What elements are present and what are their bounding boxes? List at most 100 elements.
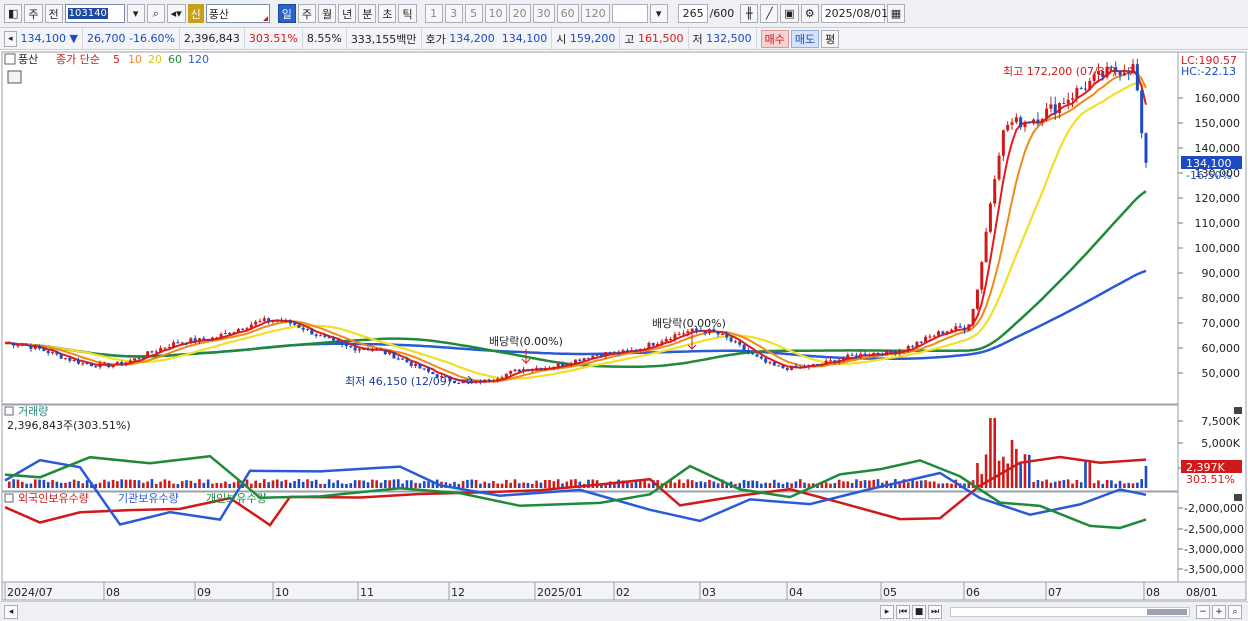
candle-body	[1049, 104, 1053, 109]
zoom-in-icon[interactable]: +	[1212, 604, 1226, 619]
volume-value: 2,396,843	[180, 28, 245, 49]
volume-bar	[1058, 480, 1061, 488]
interval-10[interactable]: 10	[484, 4, 507, 23]
period-month[interactable]: 월	[317, 4, 337, 23]
layout-icon[interactable]: ◧	[4, 4, 23, 23]
interval-1[interactable]: 1	[424, 4, 443, 23]
chart-svg[interactable]: 160,000150,000140,000130,000120,000110,0…	[0, 51, 1248, 601]
prev-button[interactable]: 전	[44, 4, 63, 23]
candle-body	[297, 325, 301, 328]
volume-bar	[206, 479, 210, 488]
holding-close-icon[interactable]	[1234, 494, 1242, 501]
jump-start-icon[interactable]: ⏮	[896, 604, 910, 619]
period-year[interactable]: 년	[338, 4, 357, 23]
custom-interval-input[interactable]	[611, 4, 648, 23]
table-icon[interactable]	[7, 70, 22, 84]
calendar-icon[interactable]: ▦	[886, 4, 906, 23]
candle-body	[81, 362, 85, 364]
candle-body	[314, 334, 318, 336]
jump-end-icon[interactable]: ⏭	[928, 604, 942, 619]
volume-bar	[379, 482, 383, 488]
eval-button[interactable]: 평	[821, 29, 840, 48]
interval-20[interactable]: 20	[508, 4, 531, 23]
candle-body	[755, 354, 759, 357]
chart-type-icon[interactable]: ╫	[740, 4, 759, 23]
stop-icon[interactable]: ■	[912, 604, 926, 619]
search-small-icon[interactable]: ⌕	[1228, 604, 1242, 619]
x-tick-label: 2024/07	[7, 586, 53, 599]
buy-button[interactable]: 매수	[760, 29, 789, 48]
volume-bar	[539, 482, 543, 488]
interval-60[interactable]: 60	[556, 4, 579, 23]
volume-bar	[1006, 463, 1009, 488]
speaker-icon[interactable]: ◂▾	[166, 4, 186, 23]
scroll-left-icon[interactable]: ◂	[4, 604, 18, 619]
candle-body	[988, 203, 992, 232]
expand-icon[interactable]: ◂	[4, 30, 17, 47]
candle-body	[798, 366, 802, 368]
candle-body	[841, 358, 845, 360]
hoga-label: 호가	[425, 32, 446, 46]
volume-bar	[695, 481, 698, 488]
period-week[interactable]: 주	[297, 4, 316, 23]
volume-bar	[548, 479, 551, 488]
candle-body	[202, 338, 206, 341]
candle-body	[89, 363, 93, 367]
code-dropdown-icon[interactable]: ▾	[126, 4, 145, 23]
candle-body	[293, 323, 297, 326]
volume-bar	[868, 480, 871, 488]
candle-body	[414, 363, 418, 366]
candle-body	[682, 333, 686, 335]
candle-body	[578, 359, 582, 361]
candle-body	[25, 344, 29, 346]
dividend-note-1: 배당락(0.00%)	[489, 335, 563, 348]
period-day[interactable]: 일	[277, 4, 296, 23]
volume-bar	[1049, 482, 1053, 488]
main-toolbar: ◧ 주 전 103140 ▾ ⌕ ◂▾ 신 풍산 일 주 월 년 분 초 틱 1…	[0, 0, 1248, 28]
candle-body	[12, 342, 16, 346]
volume-bar	[1131, 483, 1135, 488]
quote-bar: ◂ 134,100 ▼ 26,700 -16.60% 2,396,843 303…	[0, 28, 1248, 50]
candle-body	[496, 378, 500, 381]
interval-120[interactable]: 120	[580, 4, 610, 23]
date-input[interactable]: 2025/08/01	[820, 4, 888, 23]
stock-name-field[interactable]: 풍산	[205, 4, 270, 23]
scroll-right-icon[interactable]: ▸	[880, 604, 894, 619]
volume-bar	[1019, 463, 1022, 488]
volume-bar	[12, 479, 15, 488]
volume-bar	[591, 479, 595, 488]
search-icon[interactable]: ⌕	[146, 4, 165, 23]
volume-bar	[232, 482, 236, 488]
chart-area[interactable]: 160,000 150,000 140,000 130,000 120,000 110,0…	[0, 51, 1248, 601]
volume-bar	[396, 479, 400, 488]
price-tick-label: 150,000	[1195, 117, 1241, 130]
volume-bar	[950, 483, 953, 488]
market-select[interactable]: 주	[24, 4, 43, 23]
volume-bar	[159, 481, 162, 488]
volume-bar	[8, 481, 11, 488]
draw-tool-icon[interactable]: ╱	[760, 4, 779, 23]
interval-dropdown-icon[interactable]: ▾	[649, 4, 668, 23]
candle-body	[915, 341, 919, 347]
stock-code-input[interactable]: 103140	[64, 4, 125, 23]
candle-body	[526, 369, 530, 371]
sell-button[interactable]: 매도	[790, 29, 820, 48]
zoom-track[interactable]	[950, 606, 1190, 617]
volume-bar	[794, 481, 798, 488]
volume-bar	[777, 482, 780, 488]
period-tick[interactable]: 틱	[398, 4, 417, 23]
volume-close-icon[interactable]	[1234, 407, 1242, 414]
count-input[interactable]: 265	[677, 4, 708, 23]
volume-bar	[863, 480, 867, 488]
interval-5[interactable]: 5	[464, 4, 483, 23]
period-minute[interactable]: 분	[358, 4, 377, 23]
save-icon[interactable]: ▣	[780, 4, 799, 23]
period-second[interactable]: 초	[378, 4, 397, 23]
interval-30[interactable]: 30	[532, 4, 555, 23]
volume-bar	[1084, 460, 1087, 488]
candle-body	[699, 330, 703, 332]
zoom-thumb[interactable]	[1147, 608, 1187, 615]
settings-icon[interactable]: ⚙	[800, 4, 819, 23]
zoom-out-icon[interactable]: −	[1196, 604, 1210, 619]
interval-3[interactable]: 3	[444, 4, 463, 23]
